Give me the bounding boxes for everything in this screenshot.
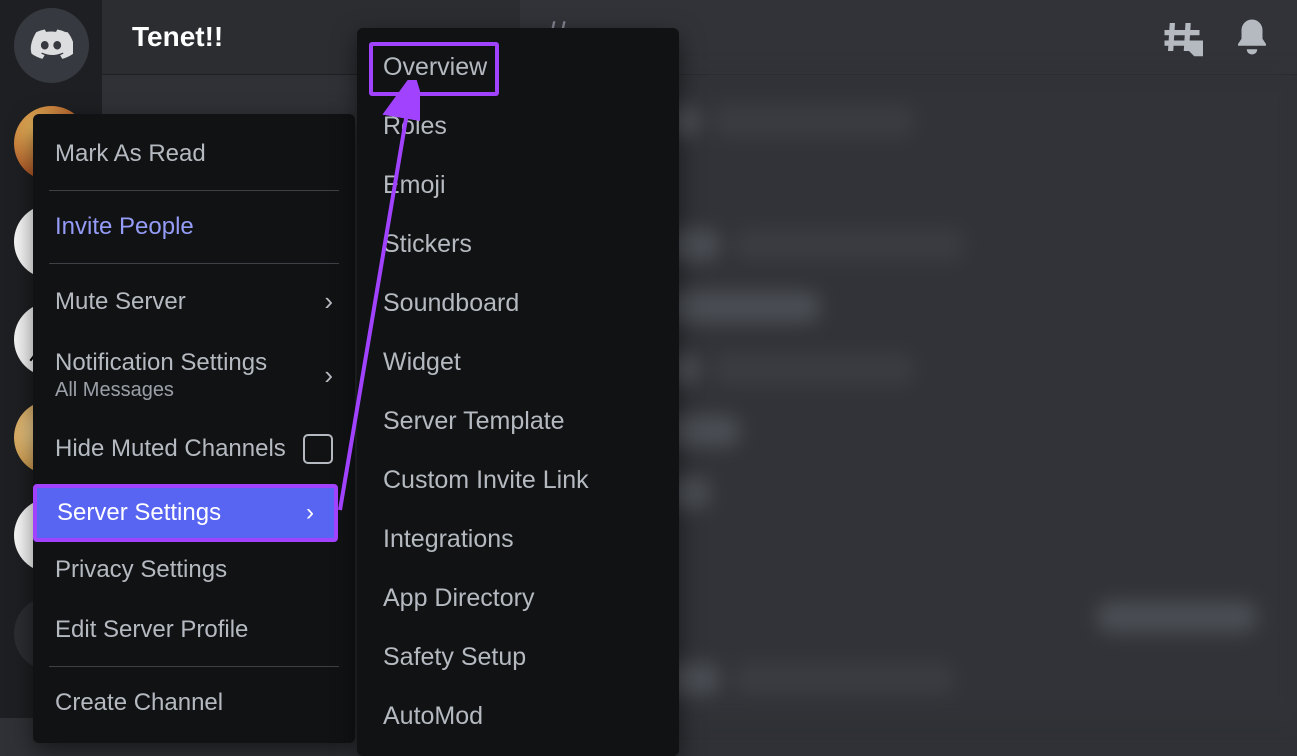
submenu-safety-setup[interactable]: Safety Setup <box>357 628 679 687</box>
menu-mark-as-read-label: Mark As Read <box>55 140 206 168</box>
menu-invite-people[interactable]: Invite People <box>33 197 355 257</box>
menu-notification-settings-label: Notification Settings <box>55 349 267 377</box>
submenu-integrations[interactable]: Integrations <box>357 510 679 569</box>
submenu-app-directory[interactable]: App Directory <box>357 569 679 628</box>
menu-separator <box>49 190 339 191</box>
menu-privacy-settings-label: Privacy Settings <box>55 556 227 584</box>
menu-hide-muted-label: Hide Muted Channels <box>55 435 286 463</box>
server-context-menu: Mark As Read Invite People Mute Server ›… <box>33 114 355 743</box>
submenu-roles[interactable]: Roles <box>357 97 679 156</box>
menu-create-channel-label: Create Channel <box>55 689 223 717</box>
menu-hide-muted-channels[interactable]: Hide Muted Channels <box>33 418 355 480</box>
menu-mute-server[interactable]: Mute Server › <box>33 270 355 333</box>
submenu-overview[interactable]: Overview <box>357 38 679 97</box>
threads-icon[interactable] <box>1161 16 1203 58</box>
server-name-text: Tenet!! <box>132 21 223 53</box>
server-settings-submenu: Overview Roles Emoji Stickers Soundboard… <box>357 28 679 756</box>
submenu-stickers[interactable]: Stickers <box>357 215 679 274</box>
submenu-emoji[interactable]: Emoji <box>357 156 679 215</box>
submenu-widget[interactable]: Widget <box>357 333 679 392</box>
menu-edit-server-profile[interactable]: Edit Server Profile <box>33 600 355 660</box>
submenu-automod[interactable]: AutoMod <box>357 687 679 746</box>
menu-edit-server-profile-label: Edit Server Profile <box>55 616 248 644</box>
submenu-soundboard[interactable]: Soundboard <box>357 274 679 333</box>
menu-notification-settings-sublabel: All Messages <box>55 379 267 402</box>
submenu-custom-invite[interactable]: Custom Invite Link <box>357 451 679 510</box>
menu-notification-settings[interactable]: Notification Settings All Messages › <box>33 333 355 418</box>
menu-mark-as-read[interactable]: Mark As Read <box>33 124 355 184</box>
chevron-right-icon: › <box>324 360 333 391</box>
menu-invite-people-label: Invite People <box>55 213 194 241</box>
menu-mute-server-label: Mute Server <box>55 288 186 316</box>
checkbox-icon[interactable] <box>303 434 333 464</box>
submenu-server-template[interactable]: Server Template <box>357 392 679 451</box>
menu-privacy-settings[interactable]: Privacy Settings <box>33 540 355 600</box>
menu-create-channel[interactable]: Create Channel <box>33 673 355 733</box>
chevron-right-icon: › <box>324 286 333 317</box>
discord-home-icon[interactable] <box>14 8 89 83</box>
discord-logo-icon <box>29 24 73 68</box>
menu-separator <box>49 666 339 667</box>
notifications-icon[interactable] <box>1231 16 1273 58</box>
menu-separator <box>49 263 339 264</box>
